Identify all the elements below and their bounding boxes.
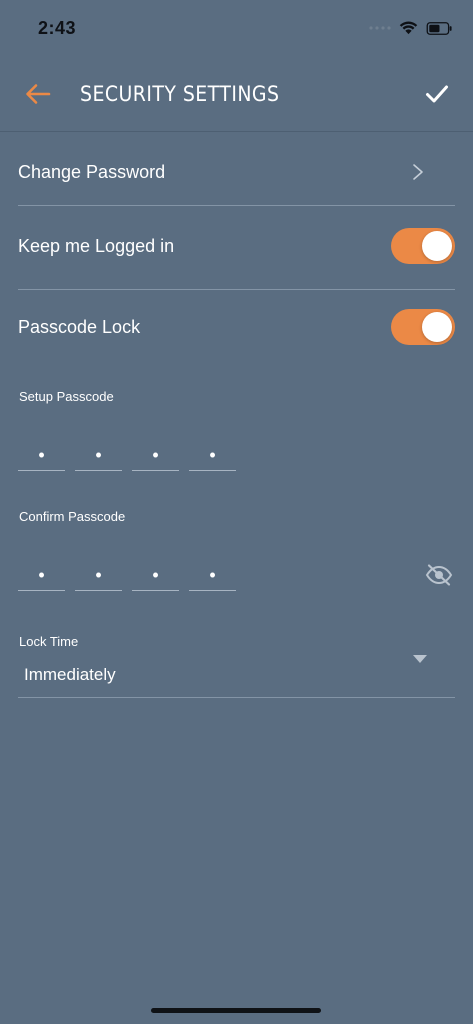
- keep-logged-in-label: Keep me Logged in: [18, 235, 175, 256]
- passcode-lock-toggle[interactable]: [391, 309, 455, 345]
- status-bar: 2:43: [0, 0, 473, 58]
- save-button[interactable]: [419, 76, 455, 112]
- back-button[interactable]: [20, 76, 56, 112]
- wifi-icon: [399, 21, 418, 35]
- setup-passcode-digit-3[interactable]: •: [132, 440, 179, 471]
- chevron-right-icon: [413, 164, 423, 180]
- dropdown-arrow-icon: [413, 655, 427, 663]
- status-icons: [369, 18, 453, 38]
- app-header: SECURITY SETTINGS: [0, 62, 473, 126]
- lock-time-select[interactable]: Immediately: [18, 655, 455, 698]
- divider: [18, 289, 455, 290]
- security-settings-screen: 2:43 SECURITY SETTINGS Change Password K…: [0, 0, 473, 1024]
- battery-icon: [426, 21, 452, 35]
- status-time: 2:43: [38, 18, 77, 38]
- confirm-passcode-digit-3[interactable]: •: [132, 560, 179, 591]
- page-title: SECURITY SETTINGS: [80, 82, 280, 106]
- lock-time-label: Lock Time: [19, 634, 79, 649]
- home-indicator: [151, 1008, 321, 1013]
- confirm-passcode-digit-1[interactable]: •: [18, 560, 65, 591]
- keep-logged-in-row: Keep me Logged in: [18, 226, 455, 266]
- keep-logged-in-toggle[interactable]: [391, 228, 455, 264]
- confirm-passcode-digit-2[interactable]: •: [75, 560, 122, 591]
- toggle-knob: [422, 231, 452, 261]
- change-password-label: Change Password: [18, 161, 166, 182]
- lock-time-value: Immediately: [24, 665, 116, 684]
- header-divider: [0, 131, 473, 132]
- setup-passcode-digit-4[interactable]: •: [189, 440, 236, 471]
- checkmark-icon: [426, 85, 448, 103]
- passcode-lock-label: Passcode Lock: [18, 316, 141, 337]
- divider: [18, 205, 455, 206]
- confirm-passcode-label: Confirm Passcode: [19, 509, 126, 524]
- change-password-row[interactable]: Change Password: [18, 150, 455, 194]
- confirm-passcode-input: • • • •: [18, 560, 236, 591]
- setup-passcode-label: Setup Passcode: [19, 389, 114, 404]
- passcode-lock-row: Passcode Lock: [18, 307, 455, 347]
- setup-passcode-digit-2[interactable]: •: [75, 440, 122, 471]
- setup-passcode-digit-1[interactable]: •: [18, 440, 65, 471]
- eye-off-icon[interactable]: [425, 563, 453, 587]
- confirm-passcode-digit-4[interactable]: •: [189, 560, 236, 591]
- signal-icon: [369, 26, 391, 30]
- toggle-knob: [422, 312, 452, 342]
- setup-passcode-input: • • • •: [18, 440, 236, 471]
- arrow-left-icon: [26, 84, 51, 104]
